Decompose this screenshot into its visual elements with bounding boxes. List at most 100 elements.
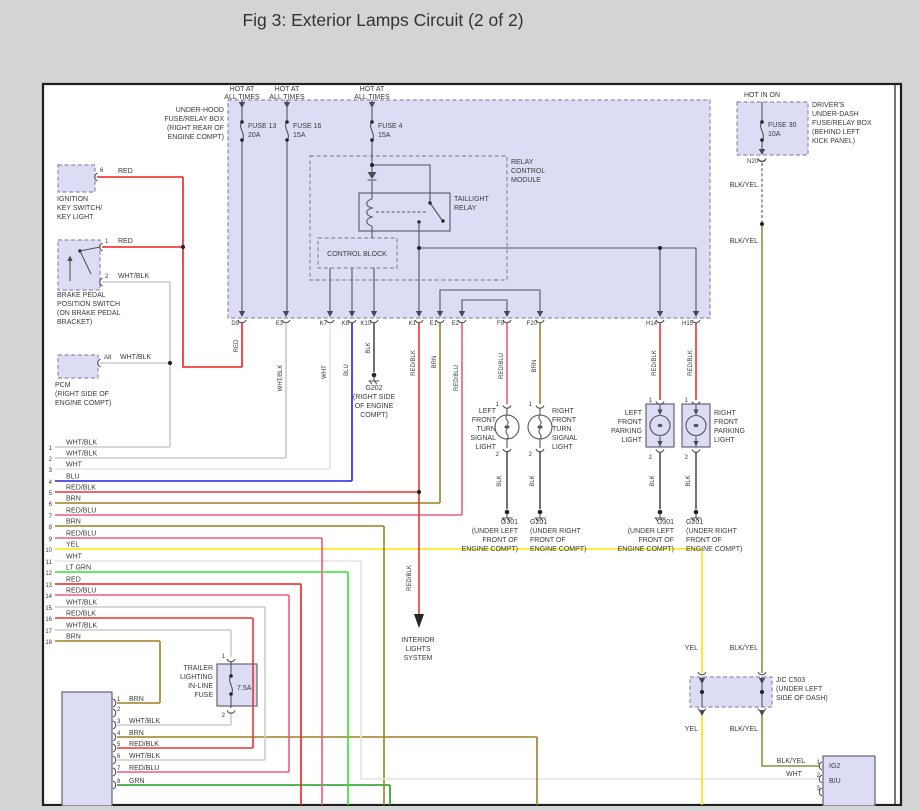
svg-text:GRN: GRN [129,778,145,785]
svg-text:D9: D9 [231,321,239,327]
pcm-label: PCM [55,382,71,389]
blkyel-label: BLK/YEL [730,182,759,189]
svg-text:(ON BRAKE PEDAL: (ON BRAKE PEDAL [57,310,121,317]
ignition-key-switch-box [57,164,96,193]
jc-label: J/C C503 [776,677,805,684]
left-turn-label: LEFT [479,408,497,415]
svg-text:17: 17 [45,629,52,635]
svg-text:BLK: BLK [366,342,372,353]
underhood-box-label: UNDER-HOOD [176,107,224,114]
svg-text:PARKING: PARKING [714,428,745,435]
svg-text:K1: K1 [409,321,417,327]
blk-wire-label: BLK [497,475,503,486]
wiring-diagram: Fig 3: Exterior Lamps Circuit (2 of 2) 1… [0,0,920,807]
svg-text:10: 10 [45,548,52,554]
svg-text:F20: F20 [527,321,538,327]
svg-text:FRONT OF: FRONT OF [482,537,518,544]
yel-label: YEL [685,726,698,733]
svg-text:RED: RED [234,339,240,352]
svg-text:RED/BLU: RED/BLU [499,353,505,379]
svg-text:B/U: B/U [829,778,841,785]
svg-text:MODULE: MODULE [511,177,541,184]
svg-text:12: 12 [45,571,52,577]
svg-text:WHT/BLK: WHT/BLK [278,365,284,392]
svg-text:BRN: BRN [432,356,438,369]
svg-text:RED/BLK: RED/BLK [411,350,417,376]
svg-text:F9: F9 [497,321,505,327]
svg-text:ENGINE COMPT): ENGINE COMPT) [686,546,742,553]
figure-title: Fig 3: Exterior Lamps Circuit (2 of 2) [242,10,523,30]
hot-label: HOT AT [230,86,255,93]
svg-text:RED/BLK: RED/BLK [129,741,159,748]
svg-text:BRN: BRN [129,730,144,737]
svg-text:YEL: YEL [66,542,79,549]
svg-text:UNDER-DASH: UNDER-DASH [812,111,859,118]
pcm-wire-label: WHT/BLK [120,354,151,361]
svg-text:FRONT: FRONT [714,419,739,426]
svg-text:BLU: BLU [344,364,350,376]
trailer-fuse-label: TRAILER [183,665,213,672]
svg-text:BLK: BLK [530,475,536,486]
svg-text:SIGNAL: SIGNAL [470,435,496,442]
hot-in-on-label: HOT IN ON [744,92,780,99]
ignition-wire-label: RED [118,168,133,175]
svg-text:E2: E2 [452,321,460,327]
svg-text:LT GRN: LT GRN [66,565,91,572]
pcm-pin-label: A8 [104,355,112,361]
svg-text:BRN: BRN [129,696,144,703]
interior-wire-label: RED/BLK [407,565,413,591]
svg-text:(UNDER RIGHT: (UNDER RIGHT [686,528,738,535]
g202-label: G202 [365,385,382,392]
brake-pedal-switch-box [57,239,101,291]
svg-text:(UNDER LEFT: (UNDER LEFT [776,686,823,693]
svg-text:SIGNAL: SIGNAL [552,435,578,442]
svg-text:COMPT): COMPT) [360,412,388,419]
junction-dot [180,244,186,250]
svg-text:16: 16 [45,617,52,623]
svg-text:14: 14 [45,594,52,600]
ig2-wire1-label: BLK/YEL [777,758,806,765]
svg-text:15A: 15A [293,132,306,139]
trailer-fuse-amp: 7.5A [237,685,252,692]
svg-text:RED/BLU: RED/BLU [66,531,96,538]
svg-text:18: 18 [45,640,52,646]
svg-text:RED/BLK: RED/BLK [688,350,694,376]
svg-text:(RIGHT REAR OF: (RIGHT REAR OF [167,125,224,132]
svg-text:WHT/BLK: WHT/BLK [129,718,160,725]
svg-text:BLK: BLK [686,475,692,486]
svg-text:ENGINE COMPT): ENGINE COMPT) [618,546,674,553]
svg-text:LIGHT: LIGHT [714,437,735,444]
svg-text:13: 13 [45,583,52,589]
hot-label: HOT AT [360,86,385,93]
control-block-label: CONTROL BLOCK [327,251,387,258]
svg-text:RED/BLU: RED/BLU [66,588,96,595]
svg-text:ALL TIMES: ALL TIMES [354,94,390,101]
junction-dot [167,360,173,366]
fuse13-label: FUSE 13 [248,123,277,130]
svg-text:FRONT OF: FRONT OF [638,537,674,544]
left-park-label: LEFT [625,410,643,417]
svg-text:K7: K7 [320,321,328,327]
svg-text:WHT/BLK: WHT/BLK [66,451,97,458]
svg-text:H15: H15 [682,321,694,327]
svg-text:TURN: TURN [477,426,496,433]
svg-text:ENGINE COMPT): ENGINE COMPT) [462,546,518,553]
svg-text:FUSE/RELAY BOX: FUSE/RELAY BOX [164,116,224,123]
ignition-label: IGNITION [57,196,88,203]
svg-text:RED/BLU: RED/BLU [454,365,460,391]
fuse16-label: FUSE 16 [293,123,322,130]
g201-label: G201 [530,519,547,526]
svg-text:K10: K10 [360,321,371,327]
svg-text:BRN: BRN [66,496,81,503]
n20-pin-label: N20 [747,159,759,165]
svg-text:WHT/BLK: WHT/BLK [66,600,97,607]
svg-text:ALL TIMES: ALL TIMES [224,94,260,101]
svg-text:CONTROL: CONTROL [511,168,545,175]
svg-text:KEY SWITCH/: KEY SWITCH/ [57,205,102,212]
svg-text:(UNDER RIGHT: (UNDER RIGHT [530,528,582,535]
blkyel-label: BLK/YEL [730,726,759,733]
svg-text:FRONT OF: FRONT OF [530,537,566,544]
svg-text:K8: K8 [342,321,350,327]
ig2-wire2-label: WHT [786,771,803,778]
svg-text:ENGINE COMPT): ENGINE COMPT) [168,134,224,141]
